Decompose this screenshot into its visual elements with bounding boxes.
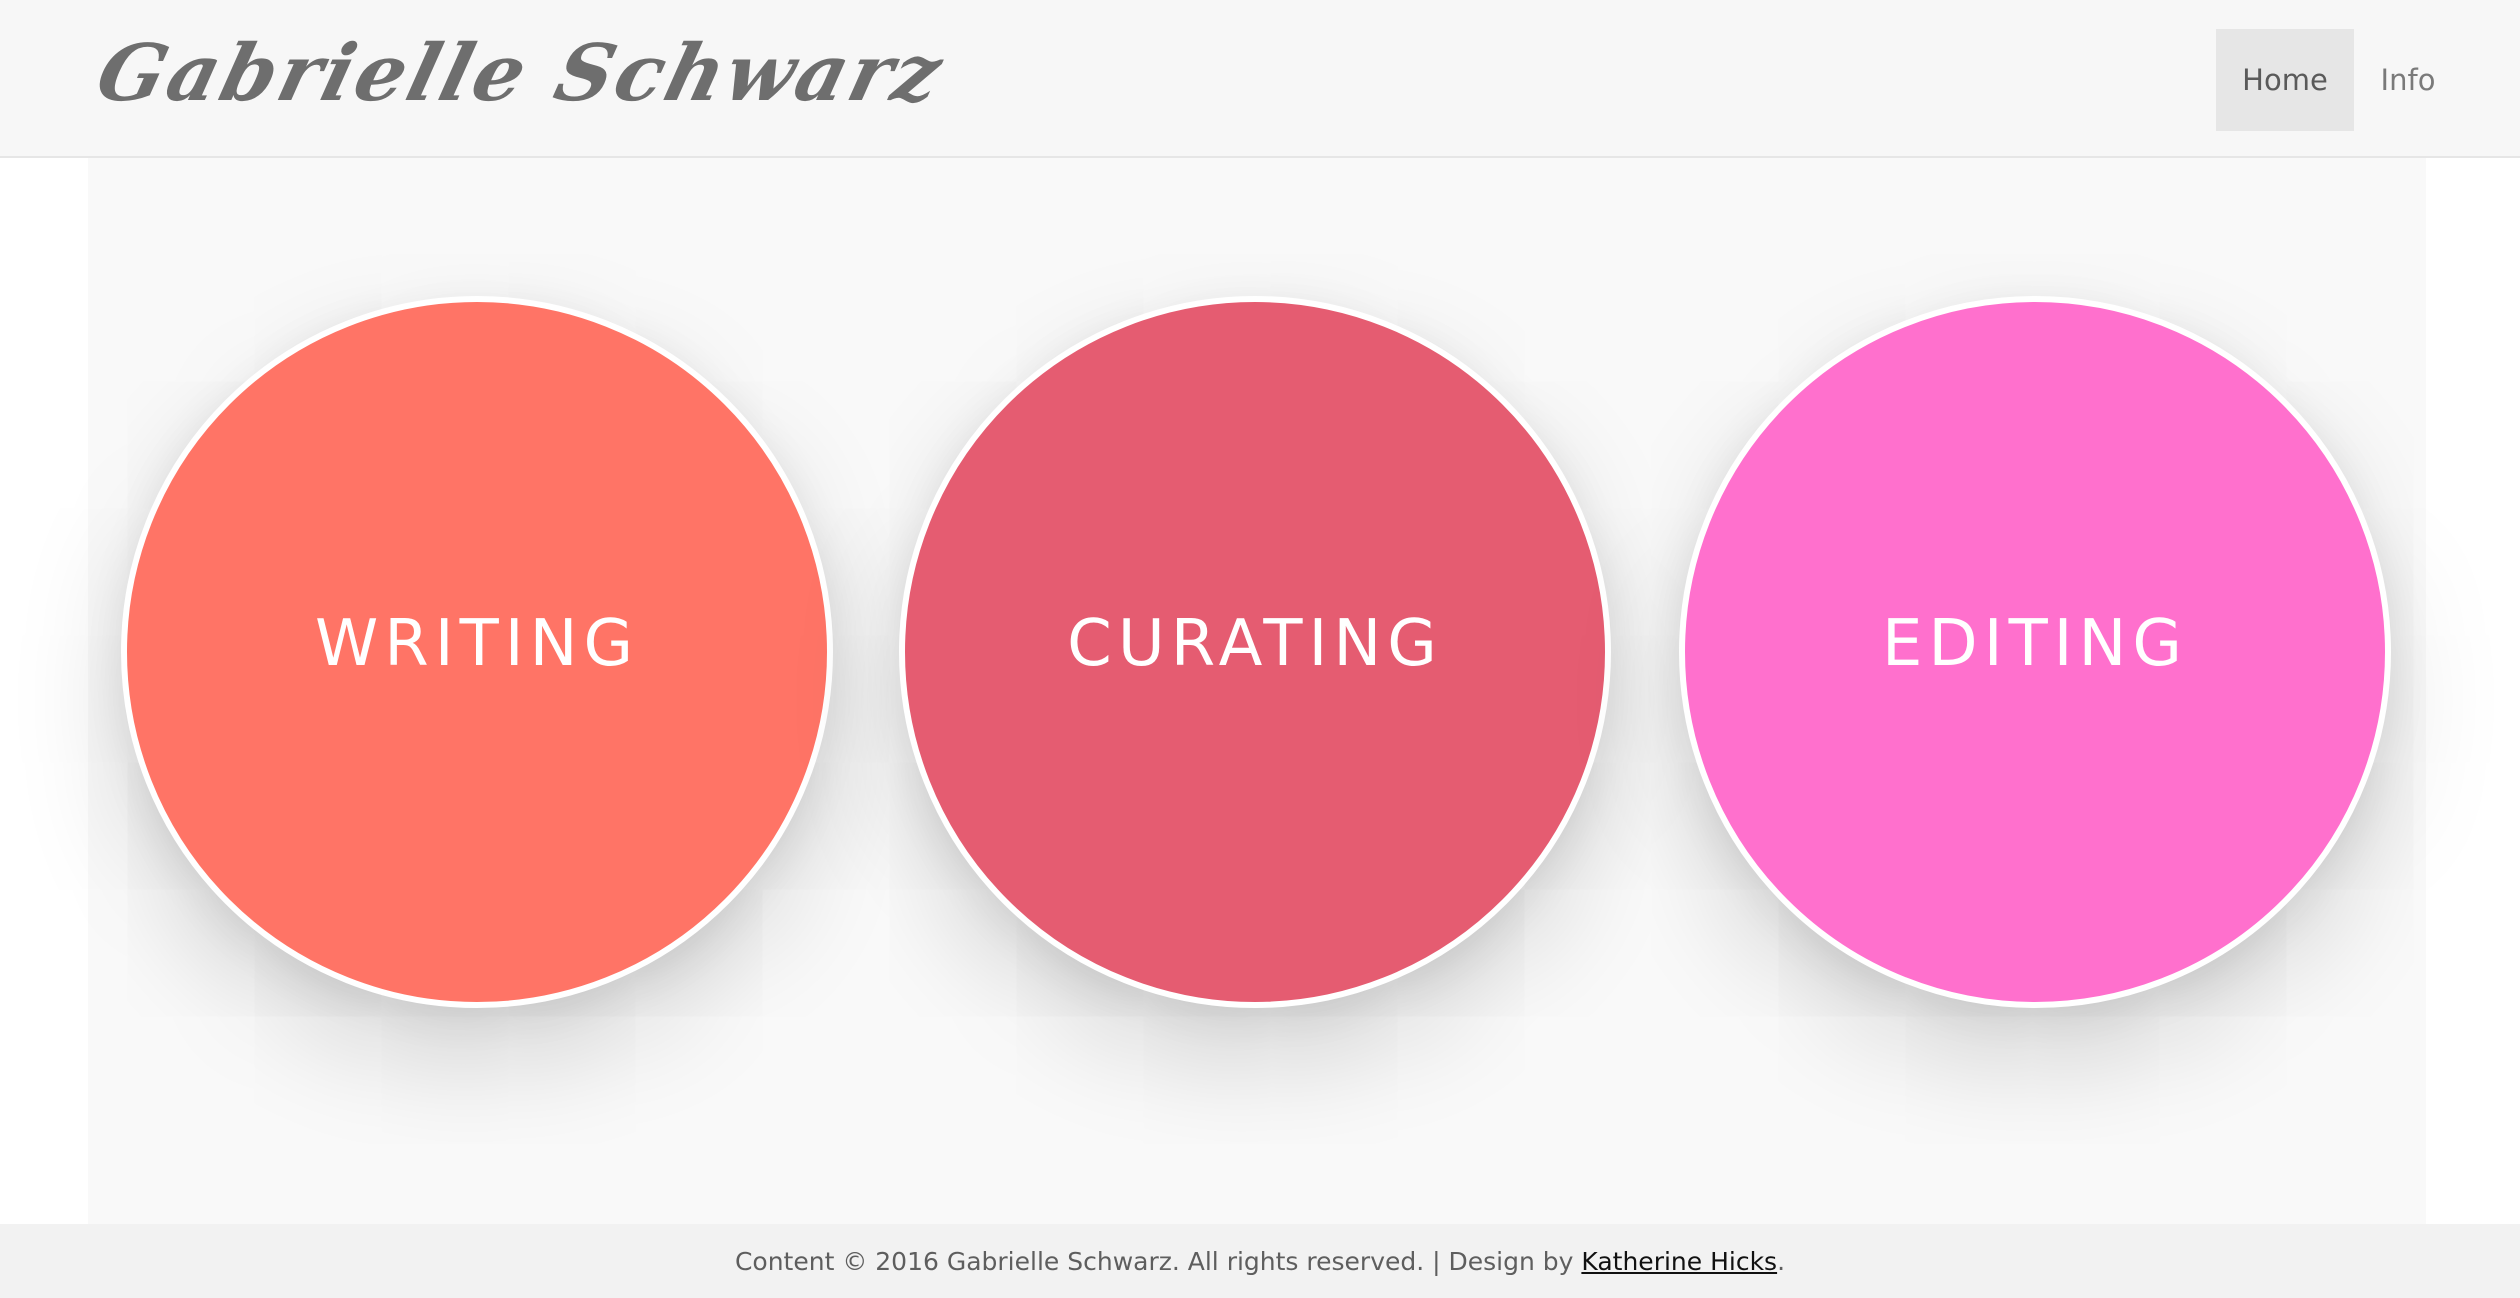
writing-label: WRITING <box>314 607 640 681</box>
editing-label: EDITING <box>1881 607 2189 681</box>
site-header: Gabrielle Schwarz Home Info <box>0 0 2520 158</box>
footer-suffix: . <box>1777 1246 1786 1276</box>
main-nav: Home Info <box>2216 29 2520 131</box>
editing-circle-button[interactable]: EDITING <box>1679 296 2391 1008</box>
site-footer: Content © 2016 Gabrielle Schwarz. All ri… <box>0 1224 2520 1298</box>
footer-copyright-text: Content © 2016 Gabrielle Schwarz. All ri… <box>734 1246 1582 1276</box>
main-content: WRITING CURATING EDITING <box>88 158 2426 1224</box>
curating-circle-button[interactable]: CURATING <box>899 296 1611 1008</box>
nav-home-link[interactable]: Home <box>2216 29 2354 131</box>
site-logo[interactable]: Gabrielle Schwarz <box>88 28 953 119</box>
designer-link[interactable]: Katherine Hicks <box>1581 1247 1777 1276</box>
curating-label: CURATING <box>1067 607 1443 681</box>
writing-circle-button[interactable]: WRITING <box>121 296 833 1008</box>
nav-info-link[interactable]: Info <box>2354 29 2462 131</box>
